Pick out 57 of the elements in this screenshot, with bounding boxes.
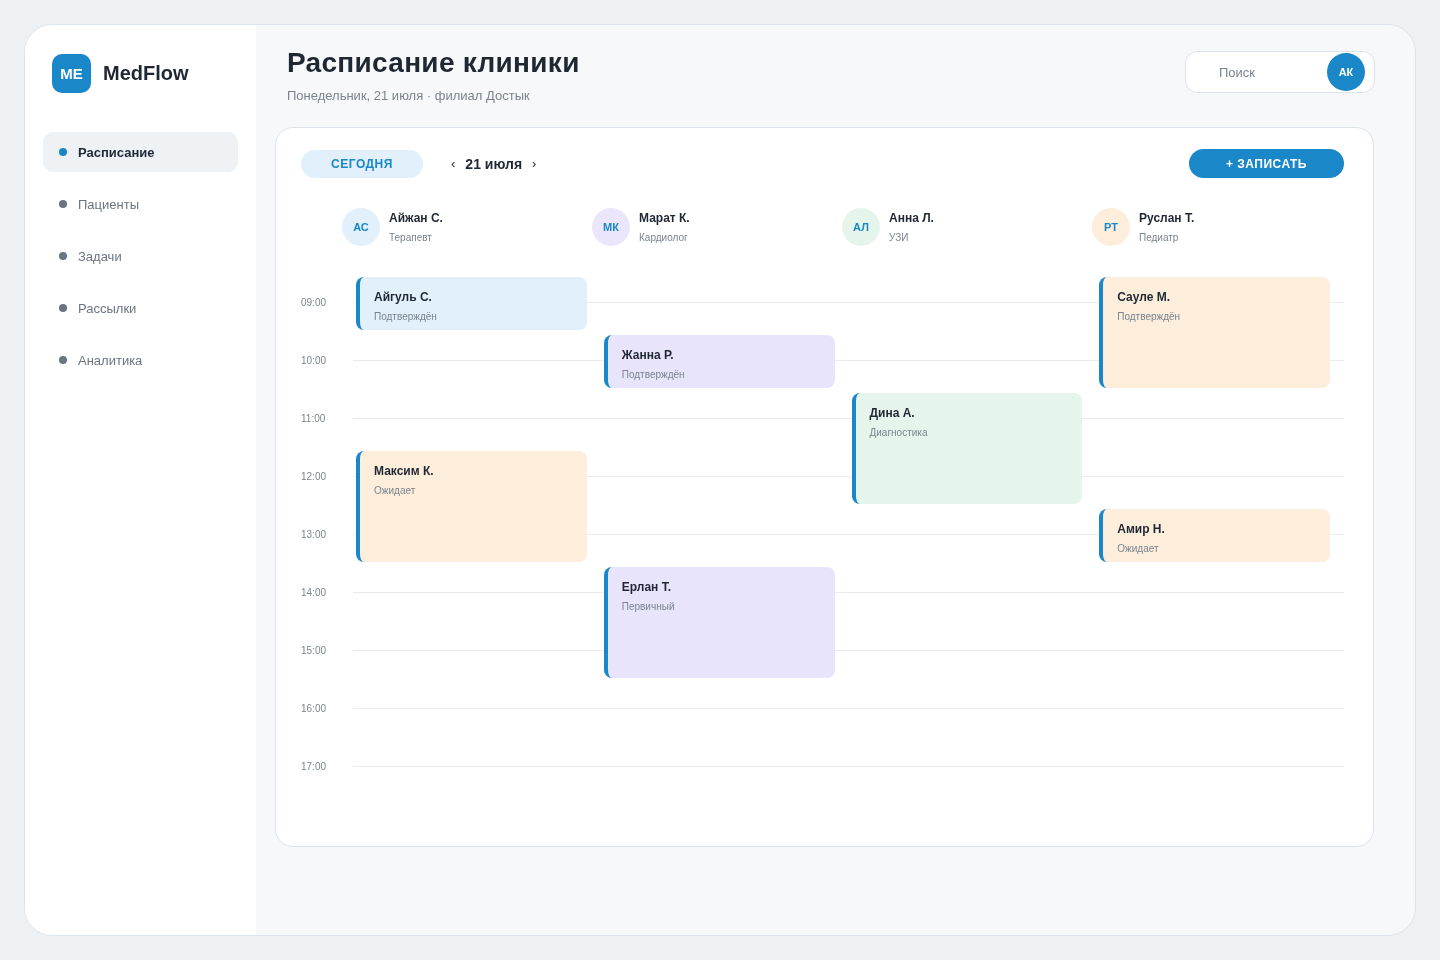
doctor-specialty: Педиатр xyxy=(1139,232,1180,243)
sidebar-item[interactable]: Рассылки xyxy=(43,288,238,328)
appointment-status: Ожидает xyxy=(1117,543,1160,554)
time-label: 16:00 xyxy=(301,702,328,714)
doctor-specialty: Кардиолог xyxy=(639,232,689,243)
time-label: 15:00 xyxy=(301,644,328,656)
sidebar-item[interactable]: Пациенты xyxy=(43,184,238,224)
search-field[interactable]: Поиск АК xyxy=(1185,51,1375,93)
time-label: 09:00 xyxy=(301,296,328,308)
app-name: MedFlow xyxy=(103,62,189,85)
page-subtitle: Понедельник, 21 июля · филиал Достык xyxy=(287,88,531,103)
patient-name: Дина А. xyxy=(869,406,916,420)
doctor-specialty: Терапевт xyxy=(389,232,433,243)
appointment-status: Подтверждён xyxy=(621,369,686,380)
sidebar-item[interactable]: Аналитика xyxy=(43,340,238,380)
sidebar-item[interactable]: Расписание xyxy=(43,132,238,172)
doctor-name: Руслан Т. xyxy=(1139,211,1195,225)
add-appointment-button[interactable]: + ЗАПИСАТЬ xyxy=(1189,149,1344,178)
doctor-name: Анна Л. xyxy=(889,211,934,225)
time-label: 13:00 xyxy=(301,528,328,540)
next-day-button[interactable]: › xyxy=(528,156,541,171)
current-date: 21 июля xyxy=(465,155,523,172)
time-label: 11:00 xyxy=(301,412,327,424)
patient-name: Амир Н. xyxy=(1117,522,1166,536)
doctor-name: Айжан С. xyxy=(389,211,443,225)
appointment-card[interactable]: Максим К. Ожидает xyxy=(356,451,587,562)
sidebar-item[interactable]: Задачи xyxy=(43,236,238,276)
doctor-avatar: АС xyxy=(342,208,380,246)
user-avatar[interactable]: АК xyxy=(1327,53,1365,91)
appointment-card[interactable]: Дина А. Диагностика xyxy=(851,393,1083,504)
patient-name: Ерлан Т. xyxy=(621,580,672,594)
patient-name: Айгуль С. xyxy=(374,290,433,304)
patient-name: Сауле М. xyxy=(1117,290,1172,304)
appointment-status: Подтверждён xyxy=(374,311,438,322)
appointment-card[interactable]: Амир Н. Ожидает xyxy=(1099,509,1330,562)
previous-day-button[interactable]: ‹ xyxy=(447,156,460,171)
appointment-card[interactable]: Сауле М. Подтверждён xyxy=(1099,277,1330,388)
appointment-card[interactable]: Жанна Р. Подтверждён xyxy=(603,335,835,388)
appointment-status: Диагностика xyxy=(869,427,929,438)
patient-name: Максим К. xyxy=(374,464,435,478)
time-label: 17:00 xyxy=(301,760,328,772)
logo-mark: ME xyxy=(52,54,91,93)
doctor-name: Марат К. xyxy=(639,211,690,225)
appointment-status: Ожидает xyxy=(374,485,417,496)
appointment-card[interactable]: Айгуль С. Подтверждён xyxy=(356,277,587,330)
time-label: 14:00 xyxy=(301,586,328,598)
doctor-avatar: РТ xyxy=(1092,208,1130,246)
appointment-card[interactable]: Ерлан Т. Первичный xyxy=(603,567,835,678)
page-title: Расписание клиники xyxy=(287,46,580,79)
time-label: 12:00 xyxy=(301,470,328,482)
appointment-status: Первичный xyxy=(621,601,676,612)
doctor-avatar: АЛ xyxy=(842,208,880,246)
appointment-status: Подтверждён xyxy=(1117,311,1182,322)
time-label: 10:00 xyxy=(301,354,328,366)
patient-name: Жанна Р. xyxy=(621,348,675,362)
doctor-specialty: УЗИ xyxy=(889,232,910,243)
doctor-avatar: МК xyxy=(592,208,630,246)
